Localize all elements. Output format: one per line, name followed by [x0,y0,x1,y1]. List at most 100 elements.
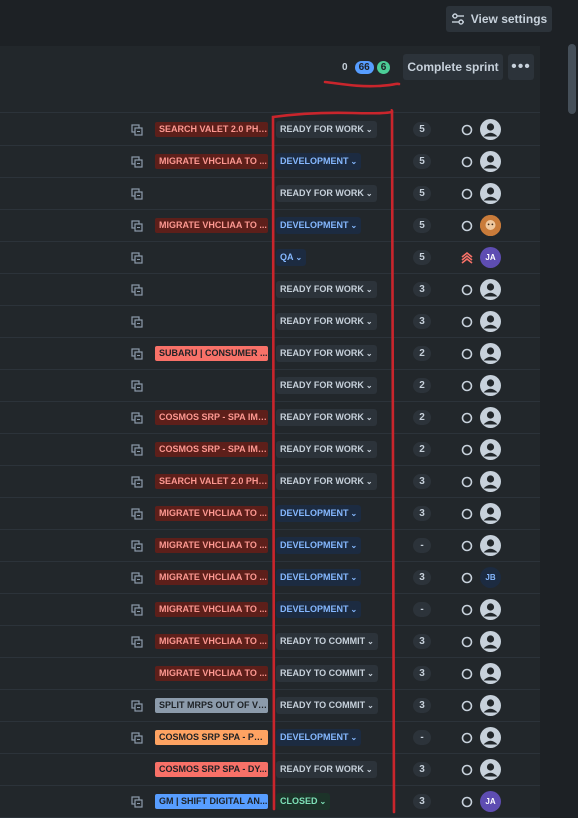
avatar[interactable] [480,183,501,204]
scrollbar-track[interactable] [566,40,578,810]
avatar[interactable] [480,695,501,716]
epic-lozenge[interactable]: MIGRATE VHCLIAA TO ... [155,602,268,617]
story-points-badge: 3 [413,282,431,297]
avatar-initials[interactable]: JA [480,247,501,268]
epic-lozenge[interactable]: COSMOS SRP SPA - PER... [155,730,268,745]
avatar[interactable] [480,663,501,684]
story-points-badge: 3 [413,474,431,489]
child-issues-icon[interactable] [131,475,143,488]
child-issues-icon[interactable] [131,571,143,584]
story-points-badge: - [413,730,431,745]
priority-status-icon [460,411,474,425]
avatar[interactable] [480,343,501,364]
story-points-badge: 3 [413,794,431,809]
child-issues-icon[interactable] [131,187,143,200]
avatar-photo[interactable] [480,215,501,236]
avatar[interactable] [480,151,501,172]
epic-lozenge[interactable]: SUBARU | CONSUMER ... [155,346,268,361]
avatar-initials[interactable]: JA [480,791,501,812]
story-points-badge: 5 [413,122,431,137]
child-issues-icon[interactable] [131,251,143,264]
story-points-badge: - [413,538,431,553]
child-issues-icon[interactable] [131,315,143,328]
epic-lozenge[interactable]: COSMOS SRP SPA - DY... [155,762,268,777]
epic-lozenge[interactable]: SPLIT MRPS OUT OF VH... [155,698,268,713]
story-points-badge: 5 [413,218,431,233]
epic-lozenge[interactable]: MIGRATE VHCLIAA TO ... [155,634,268,649]
avatar[interactable] [480,407,501,428]
avatar[interactable] [480,727,501,748]
priority-status-icon [460,155,474,169]
avatar[interactable] [480,375,501,396]
avatar[interactable] [480,535,501,556]
epic-lozenge[interactable]: MIGRATE VHCLIAA TO ... [155,218,268,233]
priority-status-icon [460,283,474,297]
child-issues-icon[interactable] [131,443,143,456]
avatar[interactable] [480,279,501,300]
child-issues-icon[interactable] [131,603,143,616]
view-settings-button[interactable]: View settings [446,6,552,32]
child-issues-icon[interactable] [131,219,143,232]
avatar[interactable] [480,631,501,652]
done-count-badge: 6 [376,61,391,74]
scrollbar-thumb[interactable] [568,44,576,114]
epic-lozenge[interactable]: MIGRATE VHCLIAA TO ... [155,154,268,169]
sliders-icon [451,13,464,25]
priority-status-icon [460,379,474,393]
priority-status-icon [460,667,474,681]
story-points-badge: - [413,602,431,617]
child-issues-icon[interactable] [131,411,143,424]
priority-status-icon [460,123,474,137]
child-issues-icon[interactable] [131,731,143,744]
avatar[interactable] [480,311,501,332]
red-underline-annotation [323,80,401,88]
view-settings-label: View settings [470,12,548,26]
priority-status-icon [460,315,474,329]
epic-lozenge[interactable]: SEARCH VALET 2.0 PHA... [155,474,268,489]
child-issues-icon[interactable] [131,379,143,392]
priority-status-icon [460,731,474,745]
priority-status-icon [460,699,474,713]
story-points-badge: 5 [413,154,431,169]
priority-highest-icon [460,251,474,265]
avatar[interactable] [480,503,501,524]
epic-lozenge[interactable]: MIGRATE VHCLIAA TO ... [155,538,268,553]
child-issues-icon[interactable] [131,699,143,712]
child-issues-icon[interactable] [131,539,143,552]
avatar-initials[interactable]: JB [480,567,501,588]
avatar[interactable] [480,471,501,492]
complete-sprint-button[interactable]: Complete sprint [403,54,503,80]
epic-lozenge[interactable]: MIGRATE VHCLIAA TO ... [155,666,268,681]
priority-status-icon [460,507,474,521]
avatar[interactable] [480,599,501,620]
priority-status-icon [460,187,474,201]
epic-lozenge[interactable]: COSMOS SRP - SPA IMP... [155,410,268,425]
child-issues-icon[interactable] [131,795,143,808]
story-points-badge: 2 [413,442,431,457]
avatar[interactable] [480,119,501,140]
child-issues-icon[interactable] [131,155,143,168]
story-points-badge: 3 [413,634,431,649]
priority-status-icon [460,443,474,457]
epic-lozenge[interactable]: MIGRATE VHCLIAA TO ... [155,570,268,585]
avatar[interactable] [480,759,501,780]
epic-lozenge[interactable]: COSMOS SRP - SPA IMP... [155,442,268,457]
issue-status-counts: 0 66 6 [338,61,391,74]
priority-status-icon [460,539,474,553]
child-issues-icon[interactable] [131,283,143,296]
more-actions-button[interactable]: ••• [508,54,534,80]
child-issues-icon[interactable] [131,635,143,648]
epic-lozenge[interactable]: MIGRATE VHCLIAA TO ... [155,506,268,521]
story-points-badge: 3 [413,698,431,713]
epic-lozenge[interactable]: GM | SHIFT DIGITAL AN... [155,794,268,809]
priority-status-icon [460,763,474,777]
story-points-badge: 3 [413,570,431,585]
more-icon: ••• [511,58,531,75]
priority-status-icon [460,347,474,361]
child-issues-icon[interactable] [131,123,143,136]
child-issues-icon[interactable] [131,507,143,520]
avatar[interactable] [480,439,501,460]
child-issues-icon[interactable] [131,347,143,360]
epic-lozenge[interactable]: SEARCH VALET 2.0 PHA... [155,122,268,137]
priority-status-icon [460,795,474,809]
